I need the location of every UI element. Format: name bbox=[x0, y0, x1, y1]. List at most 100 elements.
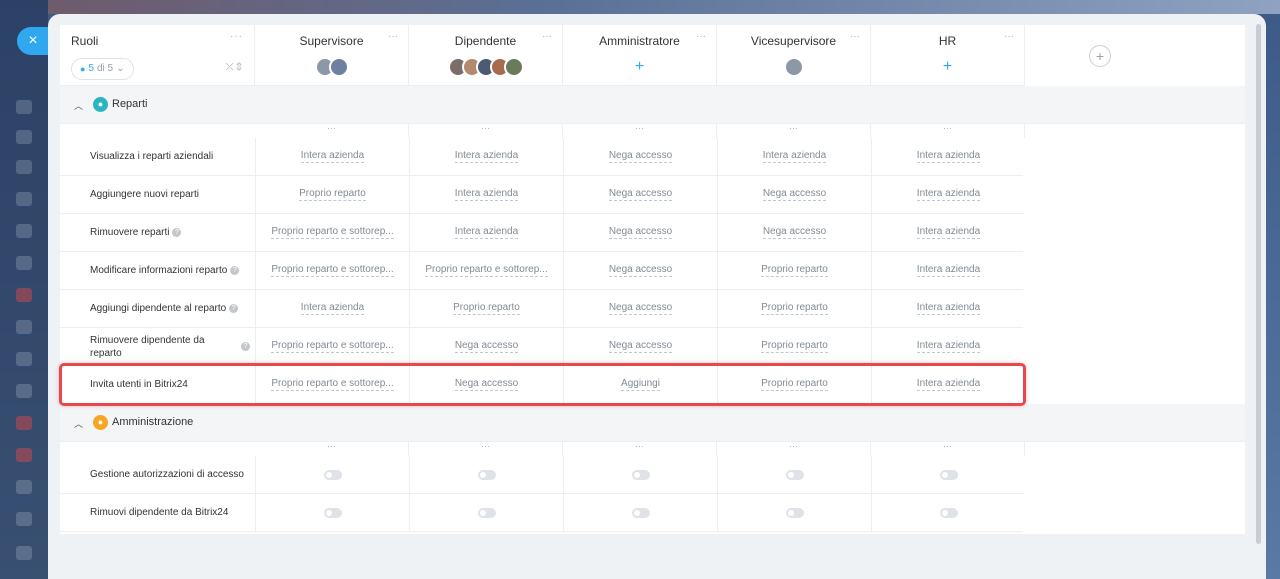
permission-value-dropdown[interactable]: Nega accesso bbox=[454, 340, 519, 353]
more-icon[interactable]: ··· bbox=[850, 31, 860, 42]
permission-value-dropdown[interactable]: Proprio reparto bbox=[453, 302, 520, 315]
rail-icon[interactable] bbox=[16, 480, 32, 494]
more-icon[interactable]: ··· bbox=[542, 31, 552, 42]
column-menu-icon[interactable]: ··· bbox=[563, 124, 717, 138]
scrollbar[interactable] bbox=[1256, 24, 1261, 544]
column-menu-icon[interactable]: ··· bbox=[255, 124, 409, 138]
permission-value-dropdown[interactable]: Intera azienda bbox=[916, 226, 981, 239]
permission-value-dropdown[interactable]: Nega accesso bbox=[762, 226, 827, 239]
permission-value-dropdown[interactable]: Proprio reparto bbox=[761, 340, 828, 353]
role-name[interactable]: Amministratore bbox=[563, 34, 716, 48]
rail-icon[interactable] bbox=[16, 416, 32, 430]
permission-value-dropdown[interactable]: Nega accesso bbox=[608, 150, 673, 163]
roles-counter-dropdown[interactable]: ● 5 di 5 ⌄ bbox=[71, 58, 134, 80]
column-menu-icon[interactable]: ··· bbox=[409, 442, 563, 456]
column-menu-icon[interactable]: ··· bbox=[717, 442, 871, 456]
permission-toggle[interactable] bbox=[939, 507, 958, 518]
permission-value-dropdown[interactable]: Aggiungi bbox=[621, 378, 660, 391]
permission-value-dropdown[interactable]: Proprio reparto e sottorep... bbox=[271, 226, 394, 239]
column-menu-icon[interactable]: ··· bbox=[255, 442, 409, 456]
column-menu-icon[interactable]: ··· bbox=[563, 442, 717, 456]
add-member-button[interactable]: + bbox=[871, 58, 1024, 76]
rail-icon[interactable] bbox=[16, 256, 32, 270]
permission-toggle[interactable] bbox=[477, 469, 496, 480]
section-header[interactable]: ︿ ● Amministrazione bbox=[60, 404, 1245, 442]
close-icon[interactable]: × bbox=[28, 32, 37, 49]
role-name[interactable]: HR bbox=[871, 34, 1024, 48]
help-icon[interactable]: ? bbox=[230, 266, 240, 275]
permission-value-dropdown[interactable]: Nega accesso bbox=[608, 302, 673, 315]
role-members[interactable] bbox=[409, 57, 562, 79]
permission-value-dropdown[interactable]: Intera azienda bbox=[916, 150, 981, 163]
role-members[interactable] bbox=[255, 57, 408, 79]
column-menu-icon[interactable]: ··· bbox=[409, 124, 563, 138]
permission-toggle[interactable] bbox=[477, 507, 496, 518]
permission-value-dropdown[interactable]: Intera azienda bbox=[762, 150, 827, 163]
permission-value-dropdown[interactable]: Proprio reparto bbox=[299, 188, 366, 201]
rail-icon[interactable] bbox=[16, 352, 32, 366]
permission-value-dropdown[interactable]: Proprio reparto e sottorep... bbox=[271, 378, 394, 391]
permission-toggle[interactable] bbox=[785, 469, 804, 480]
rail-icon[interactable] bbox=[16, 100, 32, 114]
column-menu-icon[interactable]: ··· bbox=[871, 442, 1025, 456]
permission-value-dropdown[interactable]: Intera azienda bbox=[300, 150, 365, 163]
help-icon[interactable]: ? bbox=[241, 342, 250, 351]
permission-toggle[interactable] bbox=[323, 507, 342, 518]
permission-value-dropdown[interactable]: Proprio reparto bbox=[761, 378, 828, 391]
rail-icon[interactable] bbox=[16, 224, 32, 238]
rail-icon[interactable] bbox=[16, 192, 32, 206]
permission-value-dropdown[interactable]: Intera azienda bbox=[454, 188, 519, 201]
role-name[interactable]: Vicesupervisore bbox=[717, 34, 870, 48]
permission-value-dropdown[interactable]: Proprio reparto e sottorep... bbox=[271, 264, 394, 277]
role-name[interactable]: Dipendente bbox=[409, 34, 562, 48]
column-menu-icon[interactable]: ··· bbox=[717, 124, 871, 138]
permission-value-dropdown[interactable]: Proprio reparto bbox=[761, 302, 828, 315]
rail-icon[interactable] bbox=[16, 288, 32, 302]
rail-icon[interactable] bbox=[16, 384, 32, 398]
chevron-up-icon[interactable]: ︿ bbox=[74, 417, 83, 430]
permission-value-dropdown[interactable]: Nega accesso bbox=[608, 340, 673, 353]
permission-value-dropdown[interactable]: Intera azienda bbox=[916, 264, 981, 277]
more-icon[interactable]: ··· bbox=[230, 31, 243, 42]
more-icon[interactable]: ··· bbox=[388, 31, 398, 42]
more-icon[interactable]: ··· bbox=[1004, 31, 1014, 42]
permission-value-dropdown[interactable]: Intera azienda bbox=[916, 302, 981, 315]
add-role-button[interactable]: + bbox=[1089, 45, 1111, 67]
permission-value-dropdown[interactable]: Intera azienda bbox=[916, 340, 981, 353]
sort-icon[interactable]: ⤫ ⇕ bbox=[226, 62, 242, 73]
permission-value-dropdown[interactable]: Nega accesso bbox=[454, 378, 519, 391]
permission-value-dropdown[interactable]: Nega accesso bbox=[762, 188, 827, 201]
permission-value-dropdown[interactable]: Intera azienda bbox=[300, 302, 365, 315]
permission-toggle[interactable] bbox=[631, 507, 650, 518]
permission-toggle[interactable] bbox=[939, 469, 958, 480]
rail-icon[interactable] bbox=[16, 130, 32, 144]
permission-toggle[interactable] bbox=[785, 507, 804, 518]
rail-icon[interactable] bbox=[16, 320, 32, 334]
permission-value-dropdown[interactable]: Nega accesso bbox=[608, 188, 673, 201]
role-members[interactable] bbox=[717, 57, 870, 79]
permission-toggle[interactable] bbox=[323, 469, 342, 480]
rail-icon[interactable] bbox=[16, 546, 32, 560]
rail-icon[interactable] bbox=[16, 512, 32, 526]
help-icon[interactable]: ? bbox=[229, 304, 239, 313]
chevron-up-icon[interactable]: ︿ bbox=[74, 99, 83, 112]
rail-icon[interactable] bbox=[16, 448, 32, 462]
permission-value-dropdown[interactable]: Proprio reparto e sottorep... bbox=[425, 264, 548, 277]
more-icon[interactable]: ··· bbox=[696, 31, 706, 42]
add-member-button[interactable]: + bbox=[563, 58, 716, 76]
permission-value-dropdown[interactable]: Proprio reparto e sottorep... bbox=[271, 340, 394, 353]
permission-value-dropdown[interactable]: Nega accesso bbox=[608, 226, 673, 239]
permission-toggle[interactable] bbox=[631, 469, 650, 480]
permission-value-dropdown[interactable]: Intera azienda bbox=[916, 188, 981, 201]
role-name[interactable]: Supervisore bbox=[255, 34, 408, 48]
close-button[interactable]: × bbox=[17, 27, 49, 55]
help-icon[interactable]: ? bbox=[172, 228, 182, 237]
section-header[interactable]: ︿ ● Reparti bbox=[60, 86, 1245, 124]
permission-value-dropdown[interactable]: Intera azienda bbox=[454, 150, 519, 163]
permission-value-dropdown[interactable]: Proprio reparto bbox=[761, 264, 828, 277]
rail-icon[interactable] bbox=[16, 160, 32, 174]
column-menu-icon[interactable]: ··· bbox=[871, 124, 1025, 138]
permission-value-dropdown[interactable]: Nega accesso bbox=[608, 264, 673, 277]
permission-value-dropdown[interactable]: Intera azienda bbox=[916, 378, 981, 391]
permission-value-dropdown[interactable]: Intera azienda bbox=[454, 226, 519, 239]
